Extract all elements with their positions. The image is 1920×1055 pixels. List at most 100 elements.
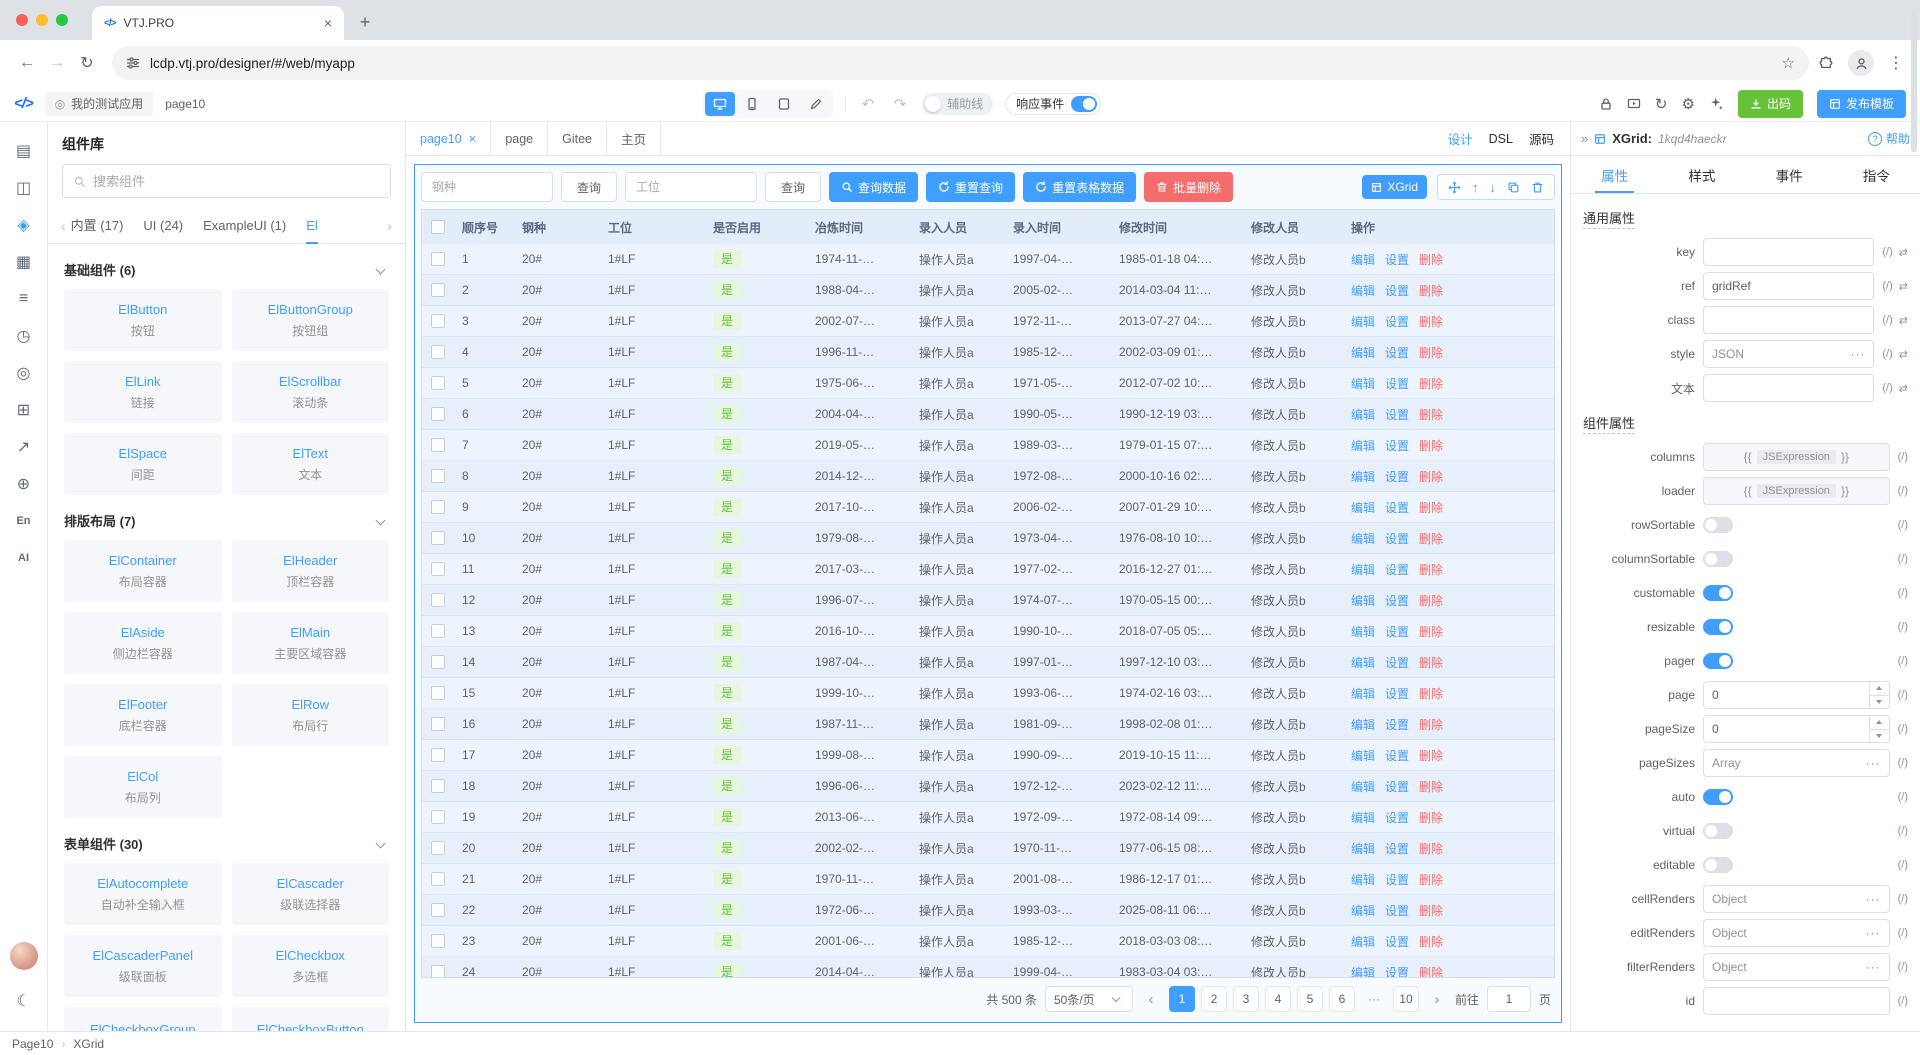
column-header[interactable]: 录入时间 bbox=[1005, 219, 1111, 236]
settings-link[interactable]: 设置 bbox=[1385, 406, 1409, 423]
page-button[interactable]: 1 bbox=[1168, 986, 1195, 1012]
inspector-tab[interactable]: 指令 bbox=[1833, 156, 1920, 193]
sync-icon[interactable]: ↻ bbox=[1655, 95, 1668, 113]
events-toggle[interactable]: 响应事件 bbox=[1005, 92, 1102, 115]
column-header[interactable]: 录入人员 bbox=[911, 219, 1005, 236]
component-card[interactable]: ElCheckboxButton bbox=[231, 1007, 389, 1031]
library-tab[interactable]: UI (24) bbox=[143, 208, 183, 244]
page-button[interactable]: 6 bbox=[1328, 986, 1355, 1012]
inspector-tab[interactable]: 事件 bbox=[1746, 156, 1833, 193]
user-avatar[interactable] bbox=[9, 942, 38, 970]
property-input[interactable]: ··· bbox=[1703, 749, 1890, 777]
settings-link[interactable]: 设置 bbox=[1385, 778, 1409, 795]
property-input[interactable] bbox=[1703, 374, 1875, 402]
edit-link[interactable]: 编辑 bbox=[1351, 313, 1375, 330]
bind-code-icon[interactable]: (/) bbox=[1898, 995, 1908, 1007]
extensions-puzzle-icon[interactable] bbox=[1819, 56, 1834, 71]
xgrid-component-selected[interactable]: 查询 查询 bbox=[414, 164, 1562, 1023]
edit-link[interactable]: 编辑 bbox=[1351, 282, 1375, 299]
outline-tree-icon[interactable]: ≡ bbox=[0, 280, 47, 317]
edit-link[interactable]: 编辑 bbox=[1351, 933, 1375, 950]
settings-link[interactable]: 设置 bbox=[1385, 468, 1409, 485]
row-checkbox[interactable] bbox=[431, 934, 445, 948]
grid-filter-input[interactable] bbox=[421, 172, 553, 202]
swap-icon[interactable]: ⇄ bbox=[1899, 382, 1908, 395]
new-tab-button[interactable]: + bbox=[350, 7, 380, 37]
row-checkbox[interactable] bbox=[431, 376, 445, 390]
delete-link[interactable]: 删除 bbox=[1419, 344, 1443, 361]
component-card[interactable]: ElButton 按钮 bbox=[64, 289, 222, 351]
blocks-icon[interactable]: ◫ bbox=[0, 169, 47, 206]
toggle-switch[interactable] bbox=[1703, 789, 1733, 805]
bind-code-icon[interactable]: (/) bbox=[1898, 451, 1908, 463]
edit-link[interactable]: 编辑 bbox=[1351, 778, 1375, 795]
page-button[interactable]: 3 bbox=[1232, 986, 1259, 1012]
layout-icon[interactable]: ▦ bbox=[0, 243, 47, 280]
delete-link[interactable]: 删除 bbox=[1419, 778, 1443, 795]
settings-link[interactable]: 设置 bbox=[1385, 592, 1409, 609]
edit-link[interactable]: 编辑 bbox=[1351, 747, 1375, 764]
property-input[interactable] bbox=[1703, 272, 1875, 300]
edit-link[interactable]: 编辑 bbox=[1351, 499, 1375, 516]
tabs-scroll-left-icon[interactable]: ‹ bbox=[56, 218, 71, 234]
row-checkbox[interactable] bbox=[431, 965, 445, 977]
settings-link[interactable]: 设置 bbox=[1385, 251, 1409, 268]
toggle-switch[interactable] bbox=[1703, 551, 1733, 567]
bind-code-icon[interactable]: (/) bbox=[1898, 723, 1908, 735]
bind-code-icon[interactable]: (/) bbox=[1882, 314, 1892, 326]
page-size-select[interactable]: 50条/页 bbox=[1044, 986, 1133, 1012]
property-input[interactable] bbox=[1703, 987, 1890, 1015]
delete-link[interactable]: 删除 bbox=[1419, 499, 1443, 516]
bind-code-icon[interactable]: (/) bbox=[1898, 893, 1908, 905]
more-options-icon[interactable]: ··· bbox=[1850, 347, 1865, 361]
edit-link[interactable]: 编辑 bbox=[1351, 375, 1375, 392]
settings-link[interactable]: 设置 bbox=[1385, 964, 1409, 978]
library-tab[interactable]: El bbox=[306, 208, 318, 244]
move-up-icon[interactable]: ↑ bbox=[1472, 180, 1479, 195]
forward-icon[interactable]: → bbox=[42, 54, 72, 72]
settings-link[interactable]: 设置 bbox=[1385, 654, 1409, 671]
edit-link[interactable]: 编辑 bbox=[1351, 530, 1375, 547]
component-card[interactable]: ElAutocomplete 自动补全输入框 bbox=[64, 863, 222, 925]
property-input[interactable]: ··· bbox=[1703, 919, 1890, 947]
canvas-tab[interactable]: page10 × bbox=[406, 122, 492, 155]
bind-code-icon[interactable]: (/) bbox=[1898, 587, 1908, 599]
bind-code-icon[interactable]: (/) bbox=[1898, 961, 1908, 973]
panel-scrollbar[interactable] bbox=[1911, 12, 1917, 152]
toggle-switch[interactable] bbox=[1703, 585, 1733, 601]
column-header[interactable]: 工位 bbox=[600, 219, 705, 236]
property-input[interactable]: ··· bbox=[1703, 340, 1875, 368]
component-card[interactable]: ElButtonGroup 按钮组 bbox=[231, 289, 389, 351]
delete-icon[interactable] bbox=[1531, 181, 1544, 194]
row-checkbox[interactable] bbox=[431, 624, 445, 638]
copy-icon[interactable] bbox=[1507, 181, 1520, 194]
settings-link[interactable]: 设置 bbox=[1385, 375, 1409, 392]
lock-icon[interactable] bbox=[1599, 97, 1613, 111]
bind-code-icon[interactable]: (/) bbox=[1898, 791, 1908, 803]
bind-code-icon[interactable]: (/) bbox=[1898, 621, 1908, 633]
swap-icon[interactable]: ⇄ bbox=[1899, 348, 1908, 361]
globe-icon[interactable]: ⊕ bbox=[0, 465, 47, 502]
section-header[interactable]: 排版布局 (7) bbox=[64, 511, 389, 530]
project-breadcrumb[interactable]: ◎ 我的测试应用 bbox=[44, 91, 154, 116]
column-header[interactable]: 冶炼时间 bbox=[807, 219, 911, 236]
prev-page-icon[interactable]: ‹ bbox=[1141, 991, 1161, 1008]
settings-link[interactable]: 设置 bbox=[1385, 902, 1409, 919]
library-tab[interactable]: 内置 (17) bbox=[71, 208, 124, 244]
edit-link[interactable]: 编辑 bbox=[1351, 592, 1375, 609]
help-link[interactable]: ? 帮助 bbox=[1867, 130, 1910, 147]
breadcrumb-page[interactable]: Page10 bbox=[12, 1037, 53, 1051]
settings-link[interactable]: 设置 bbox=[1385, 530, 1409, 547]
page-workspace[interactable]: 查询 查询 bbox=[406, 156, 1570, 1031]
grid-filter-input[interactable] bbox=[625, 172, 758, 202]
delete-link[interactable]: 删除 bbox=[1419, 623, 1443, 640]
row-checkbox[interactable] bbox=[431, 779, 445, 793]
row-checkbox[interactable] bbox=[431, 500, 445, 514]
section-header[interactable]: 基础组件 (6) bbox=[64, 260, 389, 279]
component-card[interactable]: ElCascaderPanel 级联面板 bbox=[64, 935, 222, 997]
theme-moon-icon[interactable]: ☾ bbox=[10, 982, 38, 1019]
row-checkbox[interactable] bbox=[431, 717, 445, 731]
inspector-tab[interactable]: 样式 bbox=[1658, 156, 1745, 193]
settings-link[interactable]: 设置 bbox=[1385, 313, 1409, 330]
goto-page-input[interactable] bbox=[1486, 986, 1531, 1012]
